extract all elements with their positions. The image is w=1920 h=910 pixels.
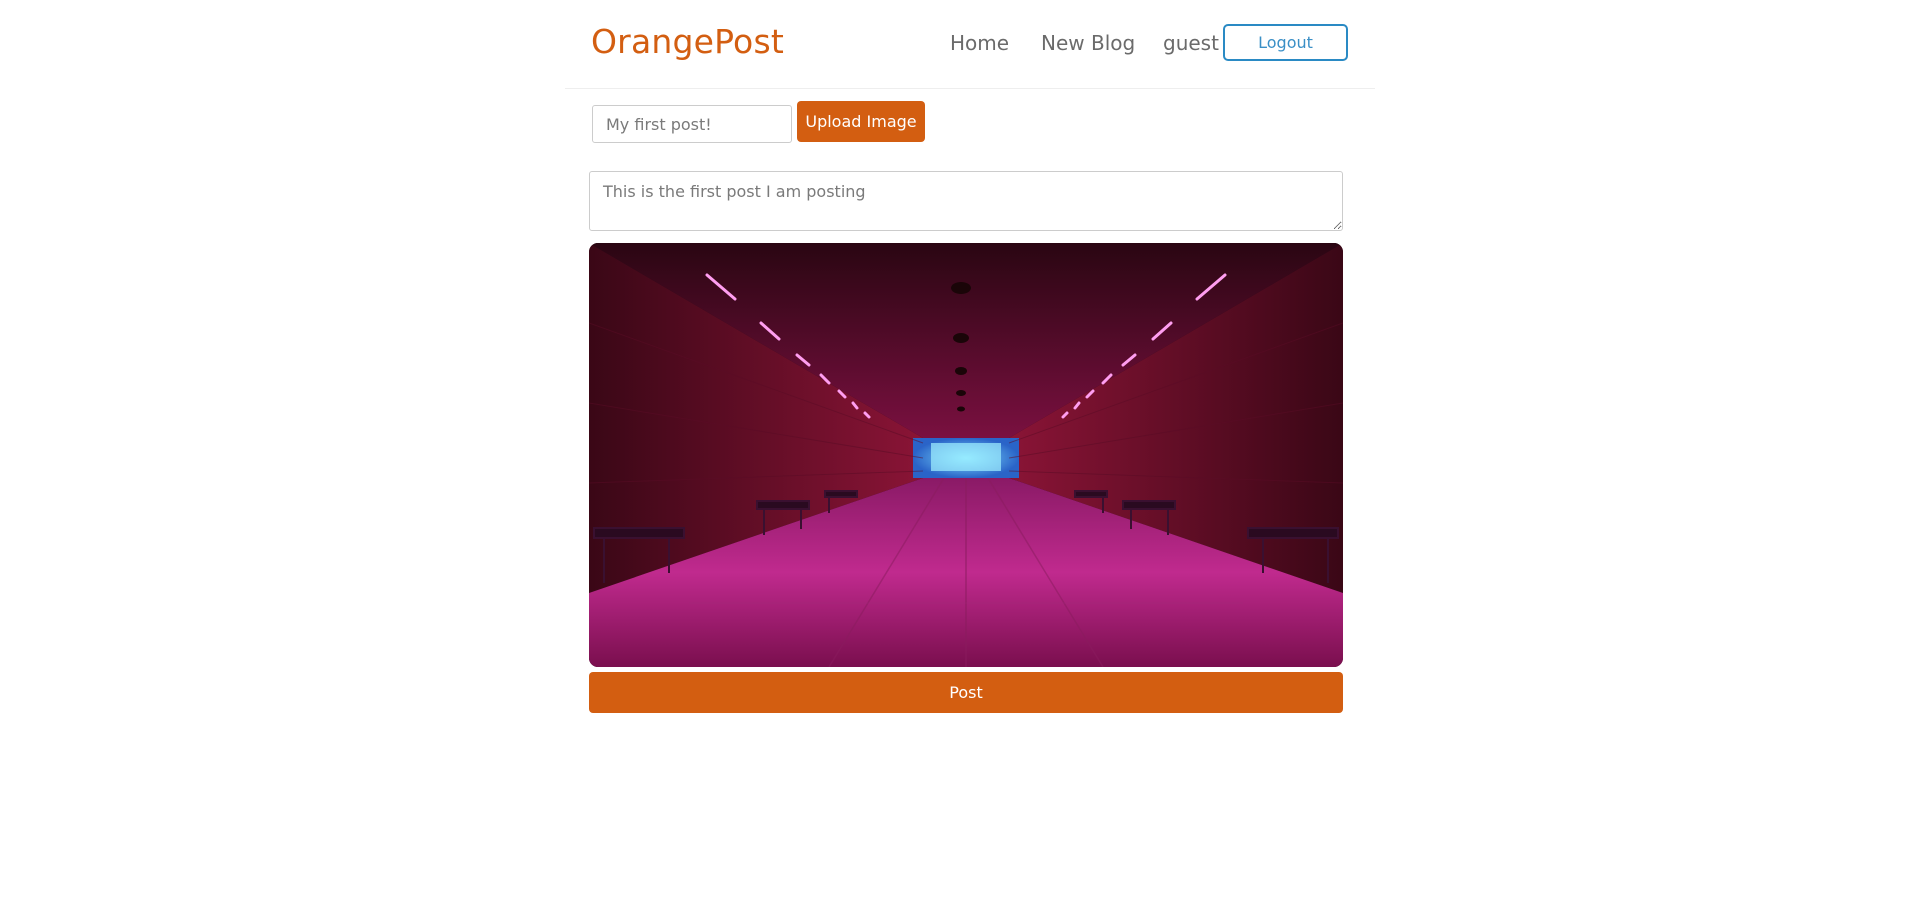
post-body-textarea[interactable] (589, 171, 1343, 231)
tunnel-photo (589, 243, 1343, 667)
navbar: OrangePost Home New Blog guest Logout (565, 0, 1375, 89)
brand-logo[interactable]: OrangePost (591, 22, 784, 61)
nav-link-new-blog[interactable]: New Blog (1041, 31, 1135, 55)
image-preview (589, 243, 1343, 667)
upload-image-button[interactable]: Upload Image (797, 101, 925, 142)
new-blog-page: OrangePost Home New Blog guest Logout Up… (0, 0, 1920, 910)
logout-button[interactable]: Logout (1223, 24, 1348, 61)
post-submit-button[interactable]: Post (589, 672, 1343, 713)
post-title-input[interactable] (592, 105, 792, 143)
nav-link-home[interactable]: Home (950, 31, 1009, 55)
username-label: guest (1163, 31, 1219, 55)
